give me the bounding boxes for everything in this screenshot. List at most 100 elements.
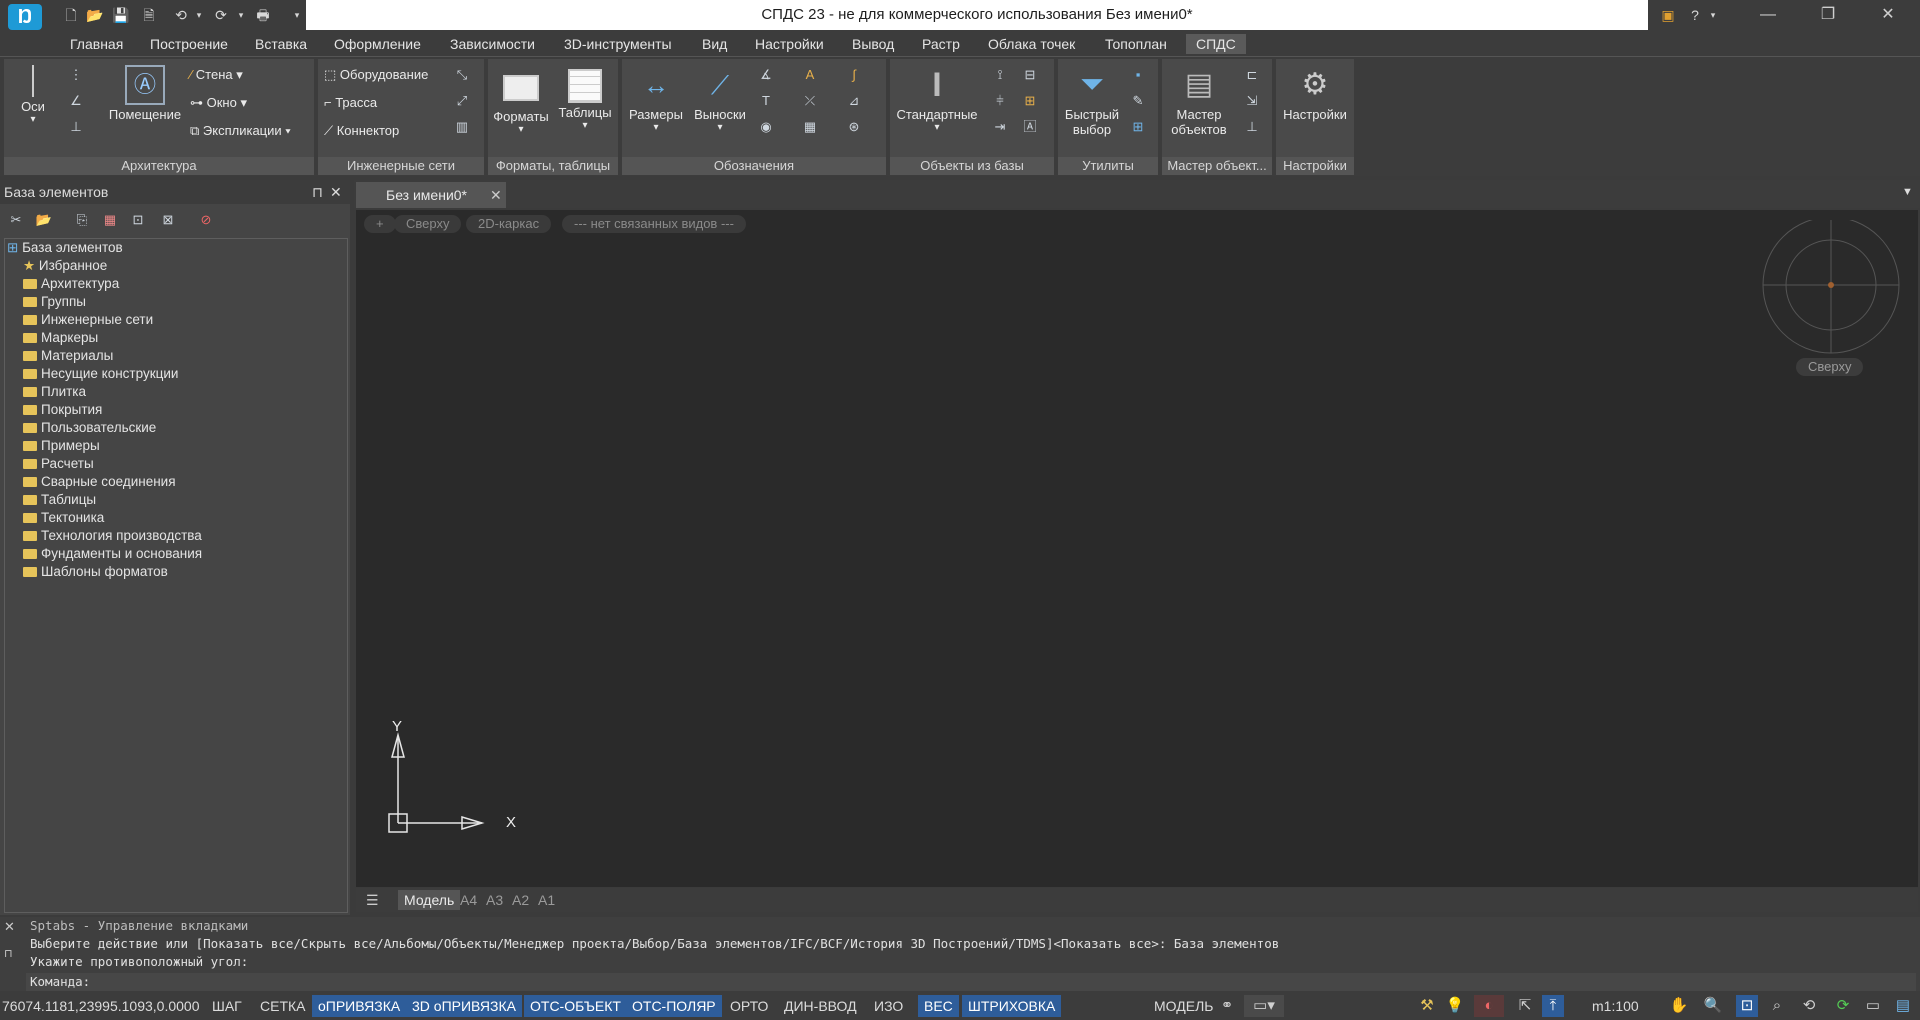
object-master-button[interactable]: ▤ Мастер объектов [1164, 65, 1234, 137]
close-button[interactable]: ✕ [1860, 0, 1916, 30]
tree-item[interactable]: Плитка [5, 383, 347, 401]
clean-screen-icon[interactable]: ◐ [1474, 995, 1504, 1017]
util-tool-3-icon[interactable]: ⊞ [1128, 117, 1148, 137]
palette-close-icon[interactable]: ✕ [330, 180, 342, 204]
tree-item[interactable]: Группы [5, 293, 347, 311]
tab-point-clouds[interactable]: Облака точек [978, 34, 1085, 54]
master-tool-3-icon[interactable]: ⊥ [1242, 117, 1262, 137]
tree-item[interactable]: Сварные соединения [5, 473, 347, 491]
visual-style-button[interactable]: 2D-каркас [466, 215, 552, 233]
light-bulb-icon[interactable]: 💡 [1444, 995, 1466, 1017]
help-dropdown-icon[interactable]: ▾ [1704, 6, 1722, 24]
drawing-viewport[interactable]: + Сверху 2D-каркас --- нет связанных вид… [356, 210, 1918, 887]
panel-master-label[interactable]: Мастер объект... [1162, 157, 1272, 175]
master-tool-1-icon[interactable]: ⊏ [1242, 65, 1262, 85]
selection-cycle-icon[interactable]: ⇱ [1514, 995, 1536, 1017]
panel-settings-label[interactable]: Настройки [1276, 157, 1354, 175]
link-icon[interactable]: ⚭ [1216, 995, 1238, 1017]
tree-item[interactable]: Тектоника [5, 509, 347, 527]
panel-formats-label[interactable]: Форматы, таблицы [488, 157, 618, 175]
isolate-icon[interactable]: ⚒ [1416, 995, 1438, 1017]
tree-item[interactable]: Несущие конструкции [5, 365, 347, 383]
equipment-button[interactable]: ⬚ Оборудование [324, 65, 428, 85]
layout-tab-a2[interactable]: A2 [506, 890, 535, 910]
tab-design[interactable]: Оформление [324, 34, 431, 54]
hatch-icon[interactable]: ▦ [800, 117, 820, 137]
tab-spds[interactable]: СПДС [1186, 34, 1246, 54]
isometric-toggle[interactable]: ИЗО [868, 995, 909, 1017]
open-folder-icon[interactable]: 📂 [34, 210, 54, 230]
dynamic-input-toggle[interactable]: ДИН-ВВОД [778, 995, 863, 1017]
panel-base-label[interactable]: Объекты из базы [890, 157, 1054, 175]
tab-build[interactable]: Построение [140, 34, 238, 54]
tables-button[interactable]: Таблицы ▾ [554, 65, 616, 131]
tab-constraints[interactable]: Зависимости [440, 34, 545, 54]
explication-button[interactable]: ⧉ Экспликации ▾ [190, 121, 291, 141]
layout-list-icon[interactable]: ☰ [360, 890, 385, 910]
base-tool-6-icon[interactable]: 🄰 [1020, 117, 1040, 137]
base-tool-1-icon[interactable]: ⟟ [990, 65, 1010, 85]
command-input[interactable]: Команда: [26, 973, 1916, 991]
viewport-menu-button[interactable]: + [364, 215, 396, 233]
layout-tab-a3[interactable]: A3 [480, 890, 509, 910]
node-icon[interactable]: ⊛ [844, 117, 864, 137]
regen-icon[interactable]: ⟳ [1832, 995, 1854, 1017]
tab-topoplan[interactable]: Топоплан [1095, 34, 1177, 54]
tree-item[interactable]: Покрытия [5, 401, 347, 419]
base-tool-4-icon[interactable]: ⊞ [1020, 91, 1040, 111]
quick-select-button[interactable]: ⏷ Быстрый выбор [1060, 65, 1124, 137]
command-close-icon[interactable]: ✕ [4, 919, 15, 935]
lineweight-toggle[interactable]: ВЕС [918, 995, 959, 1017]
minimize-button[interactable]: — [1740, 0, 1796, 30]
level-icon[interactable]: ◉ [756, 117, 776, 137]
panel-engineering-label[interactable]: Инженерные сети [318, 157, 484, 175]
linked-views-button[interactable]: --- нет связанных видов --- [562, 215, 746, 233]
tab-settings[interactable]: Настройки [745, 34, 834, 54]
cut-icon[interactable]: ⤫ [800, 91, 820, 111]
pan-hand-icon[interactable]: ✋ [1668, 995, 1690, 1017]
settings-button[interactable]: ⚙ Настройки [1278, 65, 1352, 122]
wall-button[interactable]: ⁄ Стена ▾ [190, 65, 243, 85]
osnap-toggle[interactable]: оПРИВЯЗКА [312, 995, 407, 1017]
annotation-scale-toggle-icon[interactable]: ⤒ [1542, 995, 1564, 1017]
base-tool-2-icon[interactable]: ⊟ [1020, 65, 1040, 85]
undo-dropdown-icon[interactable]: ▾ [190, 6, 208, 24]
route-button[interactable]: ⌐ Трасса [324, 93, 377, 113]
palette-tool-6-icon[interactable]: ⊠ [158, 210, 178, 230]
model-space-button[interactable]: МОДЕЛЬ [1148, 995, 1219, 1017]
orbit-icon[interactable]: ⟲ [1798, 995, 1820, 1017]
snap-toggle[interactable]: ШАГ [206, 995, 248, 1017]
tree-item[interactable]: Шаблоны форматов [5, 563, 347, 581]
tab-view[interactable]: Вид [692, 34, 737, 54]
zoom-icon[interactable]: 🔍 [1702, 995, 1724, 1017]
layout-tab-a1[interactable]: A1 [532, 890, 561, 910]
axes-button[interactable]: Оси ▾ [10, 65, 56, 125]
grid-toggle[interactable]: СЕТКА [254, 995, 312, 1017]
customization-icon[interactable]: ▤ [1892, 995, 1914, 1017]
eng-tool-3-icon[interactable]: ▥ [452, 117, 472, 137]
standard-button[interactable]: I Стандартные ▾ [892, 65, 982, 133]
open-file-icon[interactable]: 📂 [86, 6, 104, 24]
base-tool-5-icon[interactable]: ⇥ [990, 117, 1010, 137]
tab-3d-tools[interactable]: 3D-инструменты [554, 34, 682, 54]
pin-icon[interactable]: ⊓ [312, 180, 323, 204]
window-button[interactable]: ⊶ Окно ▾ [190, 93, 247, 113]
3d-osnap-toggle[interactable]: 3D оПРИВЯЗКА [406, 995, 522, 1017]
coordinates-readout[interactable]: 76074.1181,23995.1093,0.0000 [0, 995, 202, 1017]
layout-tab-model[interactable]: Модель [398, 890, 461, 910]
viewport-config-icon[interactable]: ▭ [1862, 995, 1884, 1017]
workspace-icon[interactable]: ▣ [1656, 6, 1680, 24]
tree-item[interactable]: Примеры [5, 437, 347, 455]
tree-item[interactable]: Архитектура [5, 275, 347, 293]
palette-tool-7-icon[interactable]: ⊘ [196, 210, 216, 230]
tree-item[interactable]: Фундаменты и основания [5, 545, 347, 563]
scale-readout[interactable]: m1:100 [1586, 995, 1645, 1017]
util-tool-1-icon[interactable]: ▪ [1128, 65, 1148, 85]
tree-item[interactable]: ★ Избранное [5, 257, 347, 275]
print-icon[interactable]: 🖶 [254, 6, 272, 24]
document-tab[interactable]: Без имени0* ✕ [356, 182, 506, 208]
save-all-icon[interactable]: 🗎 [140, 6, 158, 24]
panel-notation-label[interactable]: Обозначения [622, 157, 886, 175]
tree-item[interactable]: Технология производства [5, 527, 347, 545]
undo-icon[interactable]: ⟲ [172, 6, 190, 24]
